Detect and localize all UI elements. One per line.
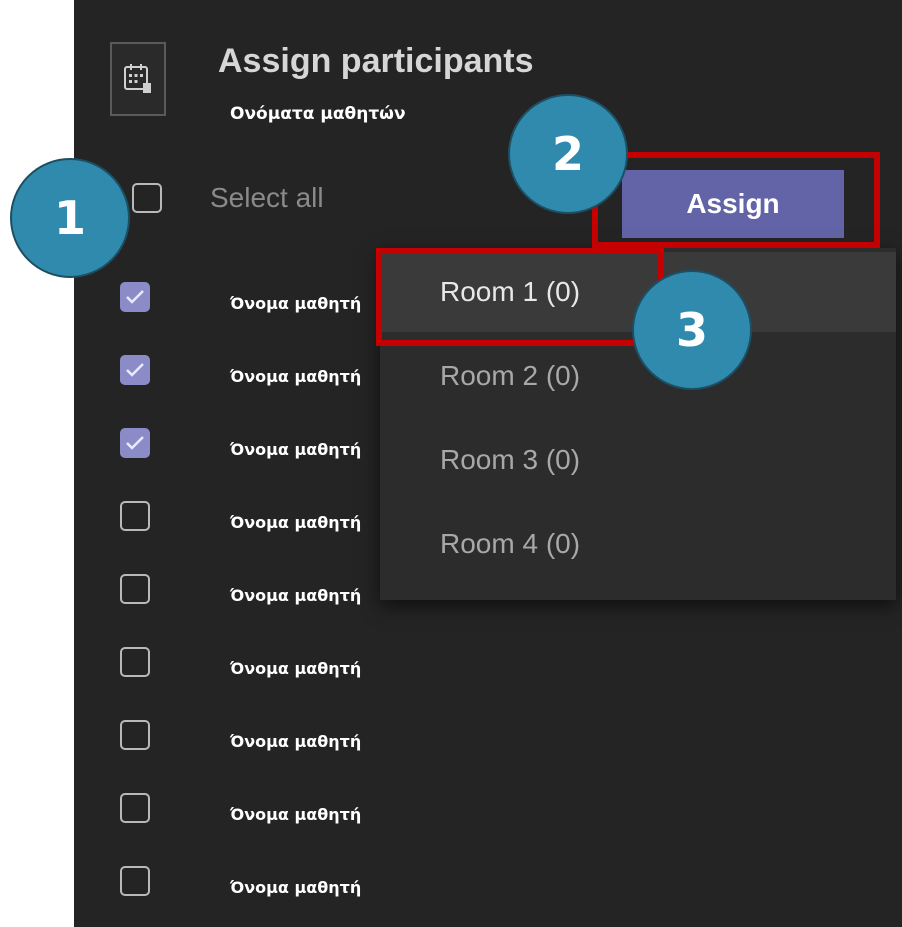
assign-participants-panel: Assign participants Ονόματα μαθητών Sele… [74, 0, 902, 927]
step-1-callout: 1 [10, 158, 130, 278]
participant-checkbox[interactable] [120, 647, 150, 677]
participant-row[interactable]: Όνομα μαθητή [120, 860, 560, 927]
select-all-row[interactable]: Select all [132, 182, 324, 214]
participant-name: Όνομα μαθητή [230, 367, 362, 386]
step-3-callout: 3 [632, 270, 752, 390]
participant-name: Όνομα μαθητή [230, 659, 362, 678]
students-names-subtitle: Ονόματα μαθητών [230, 104, 406, 124]
participant-name: Όνομα μαθητή [230, 586, 362, 605]
participant-checkbox[interactable] [120, 355, 150, 385]
room-option-3[interactable]: Room 3 (0) [380, 420, 896, 500]
select-all-label: Select all [210, 182, 324, 213]
participant-name: Όνομα μαθητή [230, 732, 362, 751]
participant-name: Όνομα μαθητή [230, 440, 362, 459]
participant-checkbox[interactable] [120, 793, 150, 823]
participant-checkbox[interactable] [120, 428, 150, 458]
page-title: Assign participants [218, 42, 534, 80]
participant-row[interactable]: Όνομα μαθητή [120, 787, 560, 860]
step-2-callout: 2 [508, 94, 628, 214]
participant-name: Όνομα μαθητή [230, 878, 362, 897]
participant-name: Όνομα μαθητή [230, 513, 362, 532]
checkmark-icon [126, 290, 144, 304]
checkmark-icon [126, 363, 144, 377]
participant-row[interactable]: Όνομα μαθητή [120, 641, 560, 714]
room-dropdown-menu: Room 1 (0) Room 2 (0) Room 3 (0) Room 4 … [380, 248, 896, 600]
participant-checkbox[interactable] [120, 282, 150, 312]
calendar-grid-icon [110, 42, 166, 116]
participant-row[interactable]: Όνομα μαθητή [120, 714, 560, 787]
participant-name: Όνομα μαθητή [230, 805, 362, 824]
participant-checkbox[interactable] [120, 720, 150, 750]
room-option-4[interactable]: Room 4 (0) [380, 504, 896, 584]
participant-name: Όνομα μαθητή [230, 294, 362, 313]
checkmark-icon [126, 436, 144, 450]
select-all-checkbox[interactable] [132, 183, 162, 213]
participant-checkbox[interactable] [120, 866, 150, 896]
participant-checkbox[interactable] [120, 501, 150, 531]
participant-checkbox[interactable] [120, 574, 150, 604]
assign-button[interactable]: Assign [622, 170, 844, 238]
